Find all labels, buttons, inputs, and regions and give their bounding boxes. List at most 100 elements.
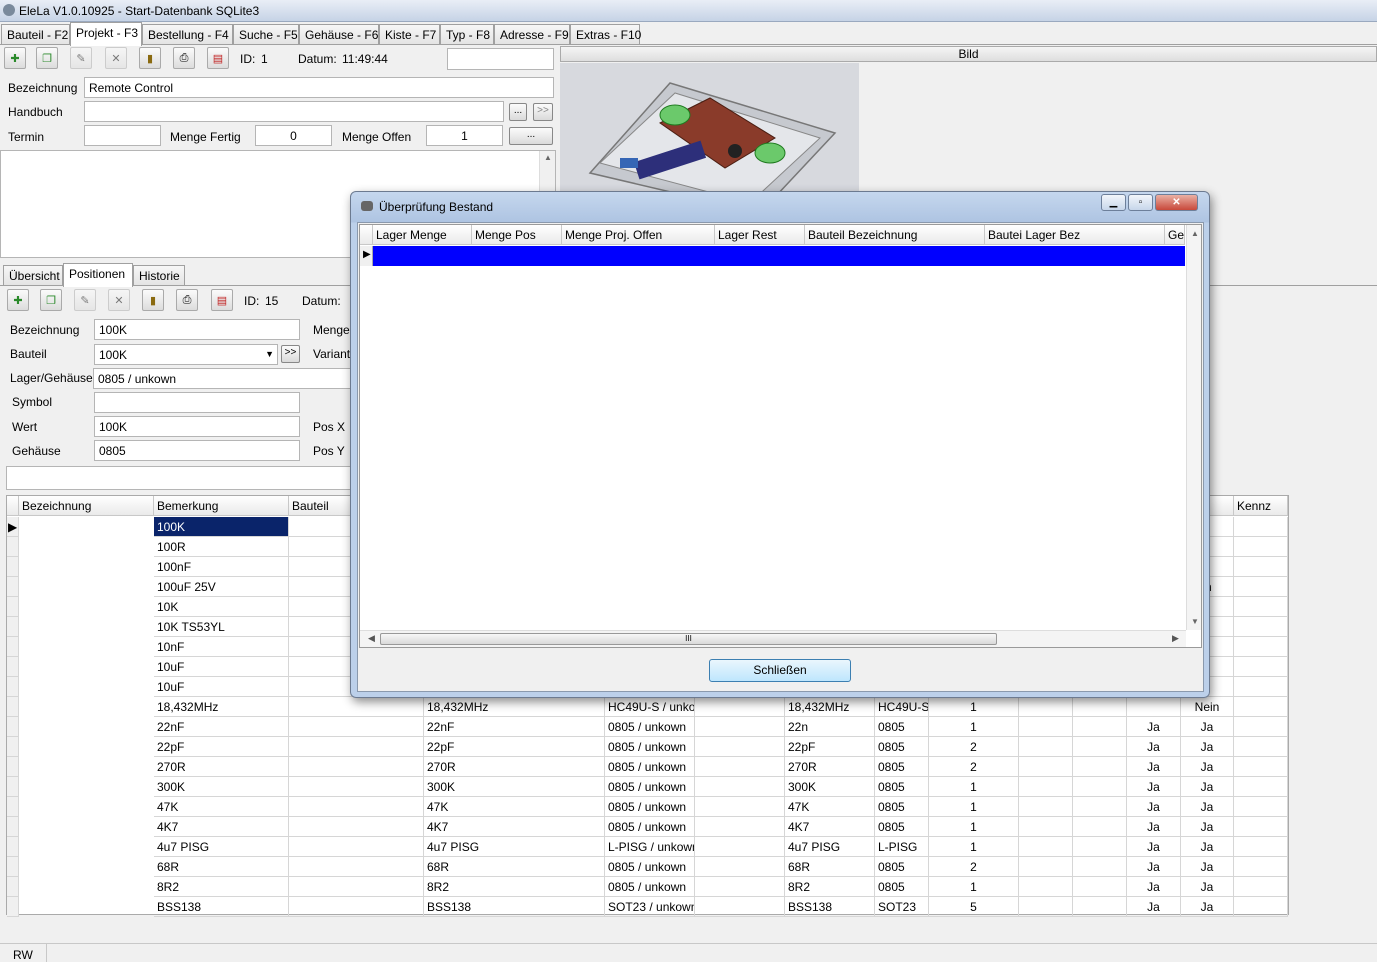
table-cell[interactable]: Ja: [1127, 837, 1181, 857]
table-cell[interactable]: 22pF: [424, 737, 605, 757]
table-cell[interactable]: 1: [929, 837, 1019, 857]
hscroll-thumb[interactable]: III: [380, 633, 997, 645]
table-cell[interactable]: [1073, 857, 1127, 877]
table-cell[interactable]: 0805: [875, 857, 929, 877]
table-cell[interactable]: Ja: [1181, 757, 1234, 777]
delete-icon[interactable]: ✕: [105, 47, 127, 69]
table-cell[interactable]: Ja: [1127, 897, 1181, 917]
col-menge-proj-offen[interactable]: Menge Proj. Offen: [562, 225, 715, 245]
table-cell[interactable]: 5: [929, 897, 1019, 917]
pos-save-icon[interactable]: ▮: [142, 289, 164, 311]
table-cell[interactable]: [695, 797, 785, 817]
table-cell[interactable]: [1019, 857, 1073, 877]
chevron-down-icon[interactable]: ▼: [265, 349, 274, 359]
dialog-hscrollbar[interactable]: ◀ III ▶: [360, 630, 1186, 647]
table-cell[interactable]: [1234, 777, 1288, 797]
pos-lager-field[interactable]: 0805 / unkown: [93, 368, 351, 389]
scroll-down-icon[interactable]: ▼: [1191, 617, 1199, 626]
table-cell[interactable]: [1019, 797, 1073, 817]
table-cell[interactable]: 10uF: [154, 677, 289, 697]
table-cell[interactable]: [1234, 597, 1288, 617]
close-icon[interactable]: ✕: [1155, 194, 1198, 211]
table-row[interactable]: 22pF 22pF 0805 / unkown 22pF 0805 2 Ja Ja: [7, 737, 1288, 757]
table-cell[interactable]: 22pF: [154, 737, 289, 757]
scroll-up-icon[interactable]: ▲: [1191, 229, 1199, 238]
save-icon[interactable]: ▮: [139, 47, 161, 69]
table-cell[interactable]: [1234, 677, 1288, 697]
table-cell[interactable]: 68R: [154, 857, 289, 877]
menge-offen-field[interactable]: 1: [426, 125, 503, 146]
table-cell[interactable]: 10K: [154, 597, 289, 617]
table-cell[interactable]: [1234, 877, 1288, 897]
table-cell[interactable]: [1019, 817, 1073, 837]
table-cell[interactable]: [1127, 697, 1181, 717]
table-cell[interactable]: [289, 877, 424, 897]
col-menge-pos[interactable]: Menge Pos: [472, 225, 562, 245]
table-cell[interactable]: 18,432MHz: [785, 697, 875, 717]
copy-icon[interactable]: ❐: [36, 47, 58, 69]
scroll-right-icon[interactable]: ▶: [1172, 633, 1179, 644]
table-cell[interactable]: BSS138: [154, 897, 289, 917]
table-cell[interactable]: [1073, 697, 1127, 717]
menge-offen-browse-button[interactable]: ...: [509, 127, 553, 145]
table-cell[interactable]: Ja: [1127, 777, 1181, 797]
table-cell[interactable]: [289, 797, 424, 817]
table-cell[interactable]: 0805 / unkown: [605, 757, 695, 777]
table-cell[interactable]: 8R2: [154, 877, 289, 897]
table-cell[interactable]: 22pF: [785, 737, 875, 757]
table-cell[interactable]: [1073, 717, 1127, 737]
table-cell[interactable]: Ja: [1181, 737, 1234, 757]
table-cell[interactable]: Ja: [1127, 857, 1181, 877]
table-cell[interactable]: Ja: [1181, 897, 1234, 917]
edit-icon[interactable]: ✎: [70, 47, 92, 69]
scroll-left-icon[interactable]: ◀: [368, 633, 375, 644]
table-cell[interactable]: 22nF: [424, 717, 605, 737]
table-cell[interactable]: [1234, 577, 1288, 597]
tab-adresse[interactable]: Adresse - F9: [494, 24, 570, 45]
tab-kiste[interactable]: Kiste - F7: [379, 24, 440, 45]
table-cell[interactable]: [1019, 837, 1073, 857]
table-cell[interactable]: 0805 / unkown: [605, 877, 695, 897]
table-cell[interactable]: Ja: [1181, 797, 1234, 817]
table-cell[interactable]: Ja: [1127, 737, 1181, 757]
tab-extras[interactable]: Extras - F10: [570, 24, 641, 45]
table-cell[interactable]: 270R: [424, 757, 605, 777]
table-cell[interactable]: 0805: [875, 737, 929, 757]
pos-new-icon[interactable]: ✚: [7, 289, 29, 311]
table-cell[interactable]: [1234, 737, 1288, 757]
col-lager-menge[interactable]: Lager Menge: [373, 225, 472, 245]
table-cell[interactable]: [1234, 857, 1288, 877]
tab-projekt[interactable]: Projekt - F3: [70, 22, 142, 46]
table-cell[interactable]: Ja: [1127, 717, 1181, 737]
table-cell[interactable]: 100uF 25V: [154, 577, 289, 597]
project-extra-field[interactable]: [447, 48, 554, 70]
menge-fertig-field[interactable]: 0: [255, 125, 332, 146]
table-cell[interactable]: 0805 / unkown: [605, 717, 695, 737]
table-row[interactable]: 22nF 22nF 0805 / unkown 22n 0805 1 Ja Ja: [7, 717, 1288, 737]
handbuch-open-button[interactable]: >>: [533, 103, 553, 121]
table-cell[interactable]: 0805 / unkown: [605, 797, 695, 817]
table-cell[interactable]: [695, 717, 785, 737]
table-cell[interactable]: Ja: [1181, 817, 1234, 837]
table-cell[interactable]: [289, 857, 424, 877]
table-cell[interactable]: Ja: [1181, 717, 1234, 737]
table-cell[interactable]: [1019, 697, 1073, 717]
table-row[interactable]: 4K7 4K7 0805 / unkown 4K7 0805 1 Ja Ja: [7, 817, 1288, 837]
table-cell[interactable]: 270R: [154, 757, 289, 777]
table-cell[interactable]: [695, 837, 785, 857]
table-cell[interactable]: 68R: [785, 857, 875, 877]
table-cell[interactable]: [1234, 897, 1288, 917]
col-bemerkung[interactable]: Bemerkung: [154, 496, 289, 516]
table-cell[interactable]: 300K: [154, 777, 289, 797]
table-cell[interactable]: 4u7 PISG: [785, 837, 875, 857]
table-cell[interactable]: Ja: [1181, 857, 1234, 877]
pos-notes-field[interactable]: [6, 466, 356, 490]
tab-typ[interactable]: Typ - F8: [440, 24, 494, 45]
table-cell[interactable]: [1019, 717, 1073, 737]
table-cell[interactable]: 47K: [154, 797, 289, 817]
table-cell[interactable]: 0805 / unkown: [605, 737, 695, 757]
table-row[interactable]: 270R 270R 0805 / unkown 270R 0805 2 Ja Ja: [7, 757, 1288, 777]
table-cell[interactable]: [1073, 817, 1127, 837]
table-cell[interactable]: [289, 817, 424, 837]
pos-edit-icon[interactable]: ✎: [74, 289, 96, 311]
